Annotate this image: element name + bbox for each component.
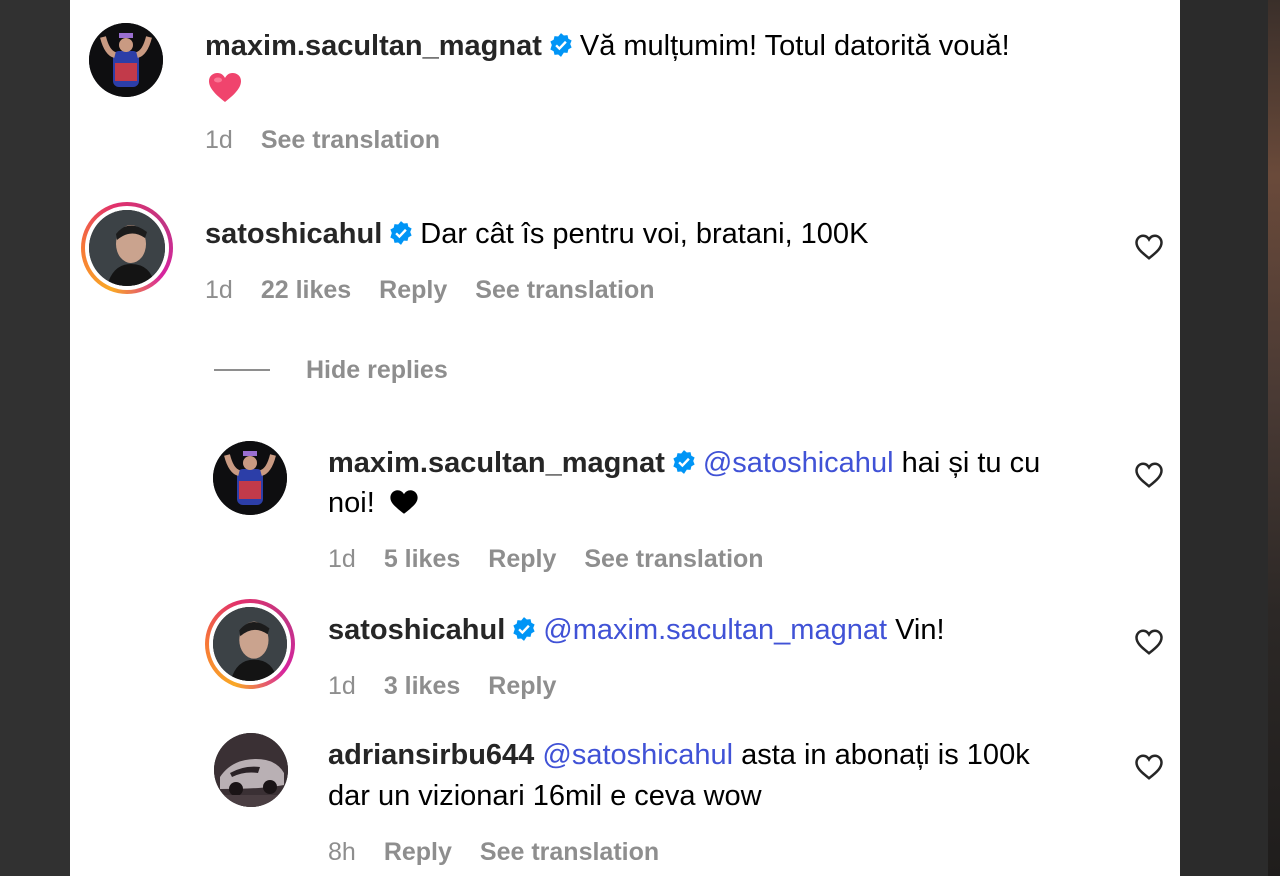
hide-replies-label: Hide replies [306, 355, 448, 384]
mention-link[interactable]: @satoshicahul [542, 739, 733, 771]
reply-body: asta in abonați is 100k [741, 739, 1030, 771]
timestamp: 1d [205, 126, 233, 154]
comment-meta: 1d 22 likes Reply See translation [205, 275, 683, 305]
timestamp: 1d [328, 545, 356, 573]
avatar[interactable] [214, 733, 288, 807]
username-link[interactable]: satoshicahul [328, 614, 505, 646]
comment-body: Dar cât îs pentru voi, bratani, 100K [420, 218, 869, 250]
avatar[interactable] [89, 23, 163, 97]
avatar [213, 607, 287, 681]
mention-link[interactable]: @maxim.sacultan_magnat [543, 614, 887, 646]
reply-button[interactable]: Reply [488, 545, 556, 573]
reply-meta: 1d 5 likes Reply See translation [328, 544, 792, 574]
reply-text: satoshicahul @maxim.sacultan_magnat Vin! [328, 610, 945, 653]
comment-text: satoshicahul Dar cât îs pentru voi, brata… [205, 214, 868, 257]
verified-badge-icon [671, 446, 697, 486]
verified-badge-icon [511, 613, 537, 653]
timestamp: 1d [205, 276, 233, 304]
reply-text-line2: dar un vizionari 16mil e ceva wow [328, 776, 762, 816]
like-heart-icon[interactable] [1134, 752, 1164, 782]
comments-panel: maxim.sacultan_magnat Vă mulțumim! Totul … [70, 0, 1180, 876]
timestamp: 8h [328, 838, 356, 866]
timestamp: 1d [328, 672, 356, 700]
reply-body: Vin! [895, 614, 945, 646]
username-link[interactable]: adriansirbu644 [328, 739, 534, 771]
background-right [1180, 0, 1280, 876]
see-translation-button[interactable]: See translation [584, 545, 763, 573]
reply-text-line1: maxim.sacultan_magnat @satoshicahul hai ș… [328, 443, 1040, 486]
story-ring[interactable] [81, 202, 173, 294]
reply-text-line1: adriansirbu644 @satoshicahul asta in abo… [328, 735, 1030, 775]
divider-line [214, 369, 270, 371]
reply-button[interactable]: Reply [384, 838, 452, 866]
hide-replies-button[interactable]: Hide replies [214, 355, 448, 385]
reply-button[interactable]: Reply [379, 276, 447, 304]
verified-badge-icon [548, 29, 574, 69]
reply-text-line2: noi! [328, 483, 419, 526]
heart-emoji [208, 72, 242, 104]
reply-body: hai și tu cu [901, 447, 1041, 479]
comment-body: Vă mulțumim! Totul datorită vouă! [579, 30, 1010, 62]
see-translation-button[interactable]: See translation [480, 838, 659, 866]
see-translation-button[interactable]: See translation [475, 276, 654, 304]
background-image-edge [1268, 0, 1280, 876]
reply-meta: 8h Reply See translation [328, 837, 687, 867]
reply-body-continued: dar un vizionari 16mil e ceva wow [328, 780, 762, 812]
verified-badge-icon [388, 217, 414, 257]
story-ring[interactable] [205, 599, 295, 689]
username-link[interactable]: maxim.sacultan_magnat [328, 447, 665, 479]
comment-text: maxim.sacultan_magnat Vă mulțumim! Totul … [205, 26, 1010, 69]
likes-count-link[interactable]: 22 likes [261, 276, 351, 304]
reply-body-continued: noi! [328, 487, 375, 519]
likes-count-link[interactable]: 5 likes [384, 545, 460, 573]
black-heart-icon [389, 486, 419, 526]
username-link[interactable]: satoshicahul [205, 218, 382, 250]
background-left [0, 0, 70, 876]
reply-meta: 1d 3 likes Reply [328, 671, 584, 701]
avatar [89, 210, 165, 286]
like-heart-icon[interactable] [1134, 460, 1164, 490]
avatar[interactable] [213, 441, 287, 515]
username-link[interactable]: maxim.sacultan_magnat [205, 30, 542, 62]
see-translation-button[interactable]: See translation [261, 126, 440, 154]
reply-button[interactable]: Reply [488, 672, 556, 700]
comment-meta: 1d See translation [205, 125, 468, 155]
like-heart-icon[interactable] [1134, 232, 1164, 262]
like-heart-icon[interactable] [1134, 627, 1164, 657]
likes-count-link[interactable]: 3 likes [384, 672, 460, 700]
mention-link[interactable]: @satoshicahul [703, 447, 894, 479]
